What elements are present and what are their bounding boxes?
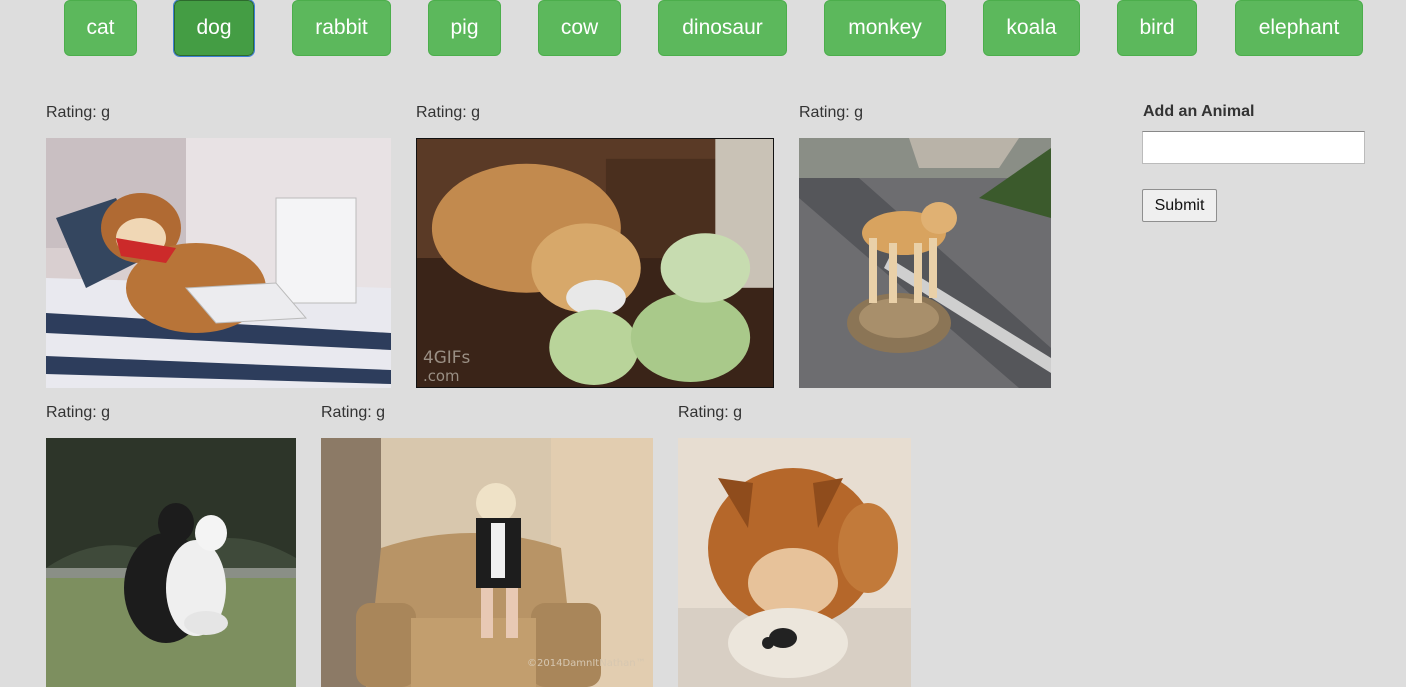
animal-button-monkey[interactable]: monkey bbox=[824, 0, 946, 56]
dog-tortoise-picture bbox=[799, 138, 1051, 388]
dog-gif-image[interactable] bbox=[46, 438, 296, 687]
dog-laptop-picture bbox=[46, 138, 391, 388]
gif-rating: Rating: g bbox=[416, 104, 481, 121]
gif-watermark-suffix: .com bbox=[423, 367, 460, 385]
gif-rating: Rating: g bbox=[46, 104, 111, 121]
animal-button-koala[interactable]: koala bbox=[983, 0, 1080, 56]
animal-button-cow[interactable]: cow bbox=[538, 0, 621, 56]
gif-rating: Rating: g bbox=[46, 404, 111, 421]
dog-gif-image[interactable]: ©2014DamnItNathan™ bbox=[321, 438, 653, 687]
gif-watermark: 4GIFs bbox=[423, 347, 470, 367]
submit-button[interactable]: Submit bbox=[1142, 189, 1217, 222]
animal-button-rabbit[interactable]: rabbit bbox=[292, 0, 391, 56]
dog-gif-image[interactable] bbox=[678, 438, 911, 687]
animal-button-dinosaur[interactable]: dinosaur bbox=[658, 0, 787, 56]
dogs-hug-picture bbox=[46, 438, 296, 687]
gif-rating: Rating: g bbox=[799, 104, 864, 121]
dog-armchair-picture: ©2014DamnItNathan™ bbox=[321, 438, 653, 687]
dog-cabbage-picture: 4GIFs .com bbox=[417, 139, 773, 387]
add-animal-title: Add an Animal bbox=[1143, 103, 1255, 120]
animal-button-bar: cat dog rabbit pig cow dinosaur monkey k… bbox=[0, 0, 1406, 60]
dog-plushie-picture bbox=[678, 438, 911, 687]
gif-rating: Rating: g bbox=[678, 404, 743, 421]
gif-watermark: ©2014DamnItNathan™ bbox=[527, 658, 646, 669]
animal-button-bird[interactable]: bird bbox=[1117, 0, 1197, 56]
animal-input[interactable] bbox=[1142, 131, 1365, 164]
gif-rating: Rating: g bbox=[321, 404, 386, 421]
animal-button-elephant[interactable]: elephant bbox=[1235, 0, 1363, 56]
animal-button-pig[interactable]: pig bbox=[428, 0, 501, 56]
dog-gif-image[interactable] bbox=[46, 138, 391, 388]
animal-button-cat[interactable]: cat bbox=[64, 0, 137, 56]
dog-gif-image[interactable]: 4GIFs .com bbox=[416, 138, 774, 388]
animal-button-dog[interactable]: dog bbox=[173, 0, 255, 57]
dog-gif-image[interactable] bbox=[799, 138, 1051, 388]
